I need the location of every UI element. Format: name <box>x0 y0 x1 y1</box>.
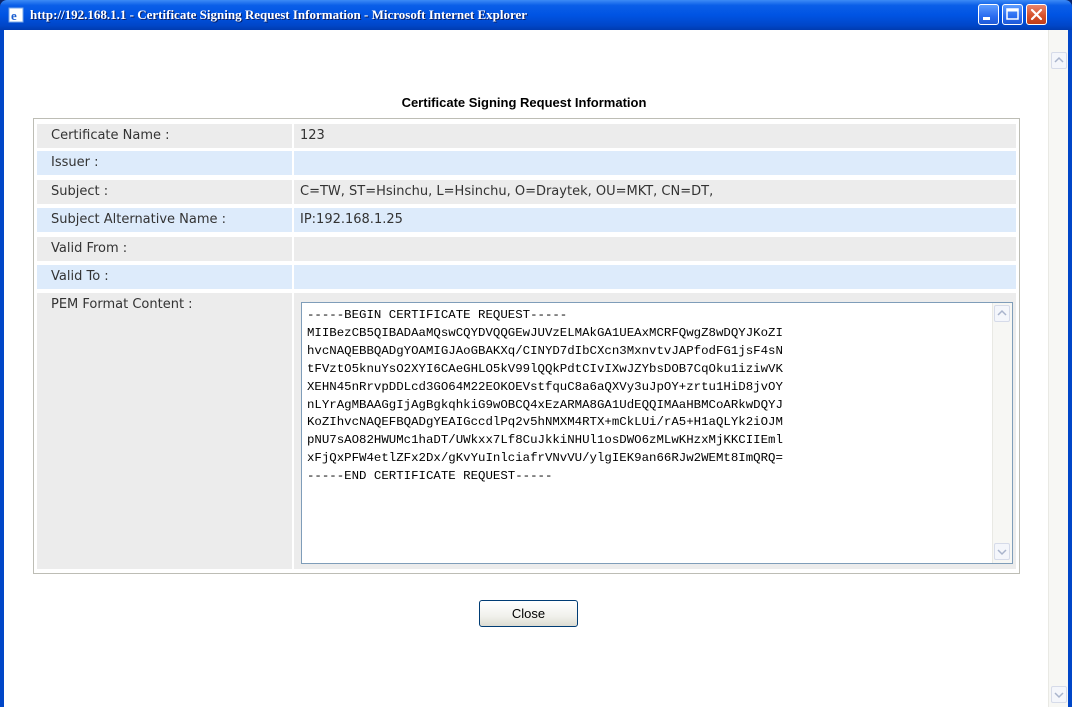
page-scrollbar[interactable] <box>1048 30 1068 707</box>
field-label: Valid From : <box>51 241 128 256</box>
field-row-issuer: Issuer : <box>37 151 1016 175</box>
internet-explorer-icon: e <box>8 7 24 23</box>
column-divider <box>292 180 294 204</box>
field-row-certificate-name: Certificate Name : 123 <box>37 124 1016 148</box>
minimize-icon <box>983 17 990 20</box>
title-bar[interactable]: e http://192.168.1.1 - Certificate Signi… <box>0 0 1072 30</box>
pem-content-text[interactable]: -----BEGIN CERTIFICATE REQUEST----- MIIB… <box>307 307 783 486</box>
column-divider <box>292 293 294 569</box>
maximize-button[interactable] <box>1002 4 1023 25</box>
csr-info-panel: Certificate Name : 123 Issuer : Subject … <box>33 118 1020 574</box>
svg-text:e: e <box>11 8 17 23</box>
close-icon <box>1030 8 1043 21</box>
chevron-down-icon <box>997 549 1007 556</box>
column-divider <box>292 208 294 232</box>
field-value: 123 <box>300 128 325 143</box>
field-row-valid-from: Valid From : <box>37 237 1016 261</box>
field-label: Subject : <box>51 184 109 199</box>
field-label: Certificate Name : <box>51 128 170 143</box>
maximize-icon <box>1006 8 1019 20</box>
field-row-subject: Subject : C=TW, ST=Hsinchu, L=Hsinchu, O… <box>37 180 1016 204</box>
field-row-valid-to: Valid To : <box>37 265 1016 289</box>
field-label: Valid To : <box>51 269 109 284</box>
column-divider <box>292 237 294 261</box>
field-label: PEM Format Content : <box>51 297 193 312</box>
textarea-scroll-down-button[interactable] <box>994 543 1010 560</box>
column-divider <box>292 124 294 148</box>
field-label: Issuer : <box>51 155 99 170</box>
field-value: C=TW, ST=Hsinchu, L=Hsinchu, O=Draytek, … <box>300 184 714 199</box>
chevron-up-icon <box>1054 56 1064 63</box>
chevron-down-icon <box>1054 692 1064 699</box>
scroll-down-button[interactable] <box>1051 686 1067 703</box>
field-value: IP:192.168.1.25 <box>300 212 403 227</box>
window-title: http://192.168.1.1 - Certificate Signing… <box>30 7 528 22</box>
field-label: Subject Alternative Name : <box>51 212 227 227</box>
textarea-scrollbar[interactable] <box>992 303 1012 563</box>
column-divider <box>292 151 294 175</box>
close-window-button[interactable] <box>1026 4 1047 25</box>
browser-window: e http://192.168.1.1 - Certificate Signi… <box>0 0 1072 707</box>
close-button[interactable]: Close <box>479 600 578 627</box>
page-title: Certificate Signing Request Information <box>401 95 647 110</box>
chevron-up-icon <box>997 309 1007 316</box>
column-divider <box>292 265 294 289</box>
pem-content-textarea[interactable]: -----BEGIN CERTIFICATE REQUEST----- MIIB… <box>301 302 1013 564</box>
field-row-subject-alternative-name: Subject Alternative Name : IP:192.168.1.… <box>37 208 1016 232</box>
minimize-button[interactable] <box>978 4 999 25</box>
field-row-pem-format-content: PEM Format Content : -----BEGIN CERTIFIC… <box>37 293 1016 569</box>
textarea-scroll-up-button[interactable] <box>994 305 1010 322</box>
window-frame-right <box>1068 30 1072 707</box>
scroll-up-button[interactable] <box>1051 52 1067 69</box>
